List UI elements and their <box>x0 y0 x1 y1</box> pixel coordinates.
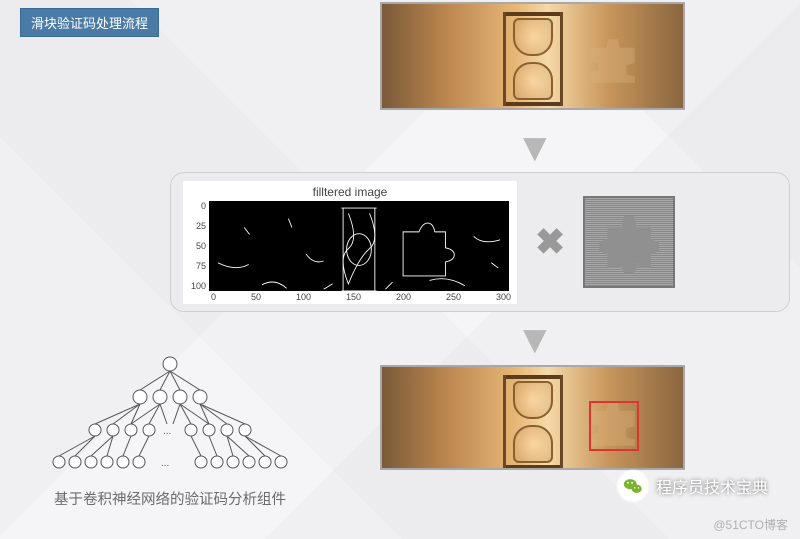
arrow-down-icon: ▼ <box>515 320 555 360</box>
svg-text:...: ... <box>161 458 169 469</box>
chart-title: filltered image <box>313 185 388 199</box>
wechat-account-overlay: 程序员技术宝典 <box>616 469 768 503</box>
x-axis-ticks: 0 50 100 150 200 250 300 <box>211 292 511 302</box>
filtered-image-chart: filltered image 0 25 50 75 100 <box>183 181 517 304</box>
neural-network-icon: ... ... <box>35 352 305 482</box>
wechat-account-name: 程序员技术宝典 <box>656 474 768 498</box>
puzzle-gap-icon <box>591 39 635 83</box>
original-captcha-image <box>380 2 685 110</box>
slider-template-piece <box>583 196 675 288</box>
process-title-badge: 滑块验证码处理流程 <box>20 8 159 37</box>
watermark-text: @51CTO博客 <box>713 516 788 533</box>
cnn-caption: 基于卷积神经网络的验证码分析组件 <box>10 488 330 509</box>
arrow-down-icon: ▼ <box>515 128 555 168</box>
filter-match-panel: filltered image 0 25 50 75 100 <box>170 172 790 312</box>
hourglass-icon <box>503 12 563 106</box>
y-axis-ticks: 0 25 50 75 100 <box>191 201 209 291</box>
svg-text:...: ... <box>163 426 171 437</box>
multiply-icon: ✖ <box>535 221 565 263</box>
edge-detected-image <box>209 201 509 291</box>
hourglass-icon <box>503 375 563 469</box>
result-captcha-image <box>380 365 685 470</box>
detection-bounding-box <box>589 401 639 451</box>
puzzle-piece-icon <box>598 211 660 273</box>
wechat-icon <box>616 469 650 503</box>
cnn-component: ... ... 基于卷积神经网络的验证码分析组件 <box>10 352 330 509</box>
